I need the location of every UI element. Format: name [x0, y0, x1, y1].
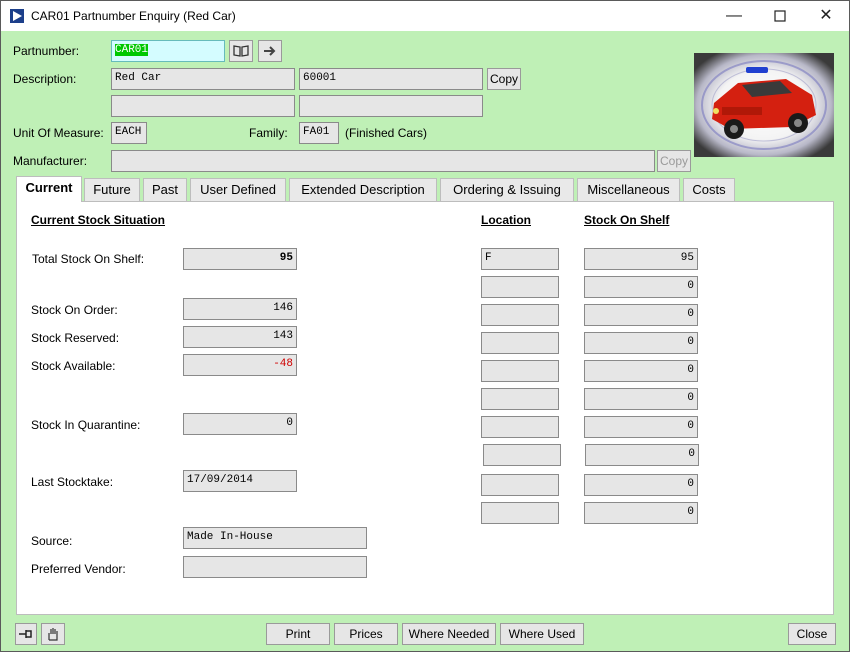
tab-current[interactable]: Current	[16, 176, 82, 202]
tab-ordering-issuing[interactable]: Ordering & Issuing	[440, 178, 574, 201]
family-description: (Finished Cars)	[345, 126, 428, 140]
stock-on-shelf-cell: 0	[584, 416, 698, 438]
total-stock-value: 95	[183, 248, 297, 270]
go-arrow-button[interactable]	[258, 40, 282, 62]
partnumber-label: Partnumber:	[13, 44, 80, 58]
stock-reserved-value: 143	[183, 326, 297, 348]
description-line2-input[interactable]	[111, 95, 295, 117]
stock-reserved-label: Stock Reserved:	[31, 331, 120, 345]
stock-available-label: Stock Available:	[31, 359, 116, 373]
product-image	[694, 53, 834, 157]
last-stocktake-value: 17/09/2014	[183, 470, 297, 492]
stock-on-shelf-cell: 0	[584, 332, 698, 354]
stock-on-shelf-cell: 0	[584, 276, 698, 298]
source-label: Source:	[31, 534, 73, 548]
tab-costs[interactable]: Costs	[683, 178, 735, 201]
lookup-book-button[interactable]	[229, 40, 253, 62]
current-tab-panel: Current Stock Situation Total Stock On S…	[16, 201, 834, 615]
pin-icon	[19, 630, 32, 638]
description-input[interactable]: Red Car	[111, 68, 295, 90]
quarantine-label: Stock In Quarantine:	[31, 418, 141, 432]
manufacturer-input[interactable]	[111, 150, 655, 172]
source-value: Made In-House	[183, 527, 367, 549]
stock-on-shelf-cell: 0	[584, 360, 698, 382]
stock-on-shelf-cell: 95	[584, 248, 698, 270]
stock-on-order-label: Stock On Order:	[31, 303, 118, 317]
arrow-right-icon	[264, 46, 276, 56]
family-label: Family:	[249, 126, 288, 140]
location-cell	[481, 388, 559, 410]
window-title: CAR01 Partnumber Enquiry (Red Car)	[31, 9, 236, 23]
copy-description-button[interactable]: Copy	[487, 68, 521, 90]
partnumber-value: CAR01	[115, 44, 149, 56]
prices-button-label: Prices	[349, 627, 383, 641]
stock-on-shelf-cell: 0	[584, 474, 698, 496]
uom-input[interactable]: EACH	[111, 122, 147, 144]
where-needed-button[interactable]: Where Needed	[402, 623, 496, 645]
hand-icon	[48, 628, 58, 641]
location-cell	[481, 502, 559, 524]
app-icon	[10, 9, 24, 23]
book-icon	[233, 45, 249, 57]
maximize-button[interactable]	[757, 1, 803, 31]
current-stock-heading: Current Stock Situation	[31, 213, 166, 227]
last-stocktake-label: Last Stocktake:	[31, 475, 114, 489]
minimize-button[interactable]: —	[711, 1, 757, 31]
tab-future[interactable]: Future	[84, 178, 140, 201]
tab-past[interactable]: Past	[143, 178, 187, 201]
location-cell	[481, 332, 559, 354]
stock-available-value: -48	[183, 354, 297, 376]
uom-label: Unit Of Measure:	[13, 126, 104, 140]
partnumber-input[interactable]: CAR01	[111, 40, 225, 62]
copy-manufacturer-button[interactable]: Copy	[657, 150, 691, 172]
close-button-label: Close	[796, 627, 828, 641]
manufacturer-label: Manufacturer:	[13, 154, 88, 168]
quarantine-value: 0	[183, 413, 297, 435]
print-button[interactable]: Print	[266, 623, 330, 645]
family-input[interactable]: FA01	[299, 122, 339, 144]
stock-on-shelf-cell: 0	[584, 388, 698, 410]
total-stock-label: Total Stock On Shelf:	[32, 252, 145, 266]
location-cell	[481, 416, 559, 438]
stock-on-order-value: 146	[183, 298, 297, 320]
description-line3-input[interactable]	[299, 95, 483, 117]
close-button[interactable]: Close	[788, 623, 836, 645]
print-button-label: Print	[285, 627, 311, 641]
location-cell: F	[481, 248, 559, 270]
preferred-vendor-label: Preferred Vendor:	[31, 562, 126, 576]
stock-on-shelf-cell: 0	[585, 444, 699, 466]
partnumber-enquiry-window: CAR01 Partnumber Enquiry (Red Car) — ✕ P…	[0, 0, 850, 652]
description-code-input[interactable]: 60001	[299, 68, 483, 90]
where-needed-button-label: Where Needed	[408, 627, 490, 641]
stock-on-shelf-cell: 0	[584, 502, 698, 524]
where-used-button[interactable]: Where Used	[500, 623, 584, 645]
tab-user-defined[interactable]: User Defined	[190, 178, 286, 201]
pin-button[interactable]	[15, 623, 37, 645]
location-heading: Location	[481, 213, 531, 227]
location-cell	[481, 360, 559, 382]
prices-button[interactable]: Prices	[334, 623, 398, 645]
title-bar: CAR01 Partnumber Enquiry (Red Car) — ✕	[1, 1, 849, 31]
location-cell	[481, 276, 559, 298]
location-cell	[483, 444, 561, 466]
stock-on-shelf-cell: 0	[584, 304, 698, 326]
where-used-button-label: Where Used	[508, 627, 576, 641]
description-label: Description:	[13, 72, 77, 86]
close-window-button[interactable]: ✕	[803, 1, 849, 31]
tab-miscellaneous[interactable]: Miscellaneous	[577, 178, 680, 201]
location-cell	[481, 304, 559, 326]
preferred-vendor-value	[183, 556, 367, 578]
stock-on-shelf-heading: Stock On Shelf	[584, 213, 670, 227]
location-cell	[481, 474, 559, 496]
hand-button[interactable]	[41, 623, 65, 645]
tab-extended-description[interactable]: Extended Description	[289, 178, 437, 201]
